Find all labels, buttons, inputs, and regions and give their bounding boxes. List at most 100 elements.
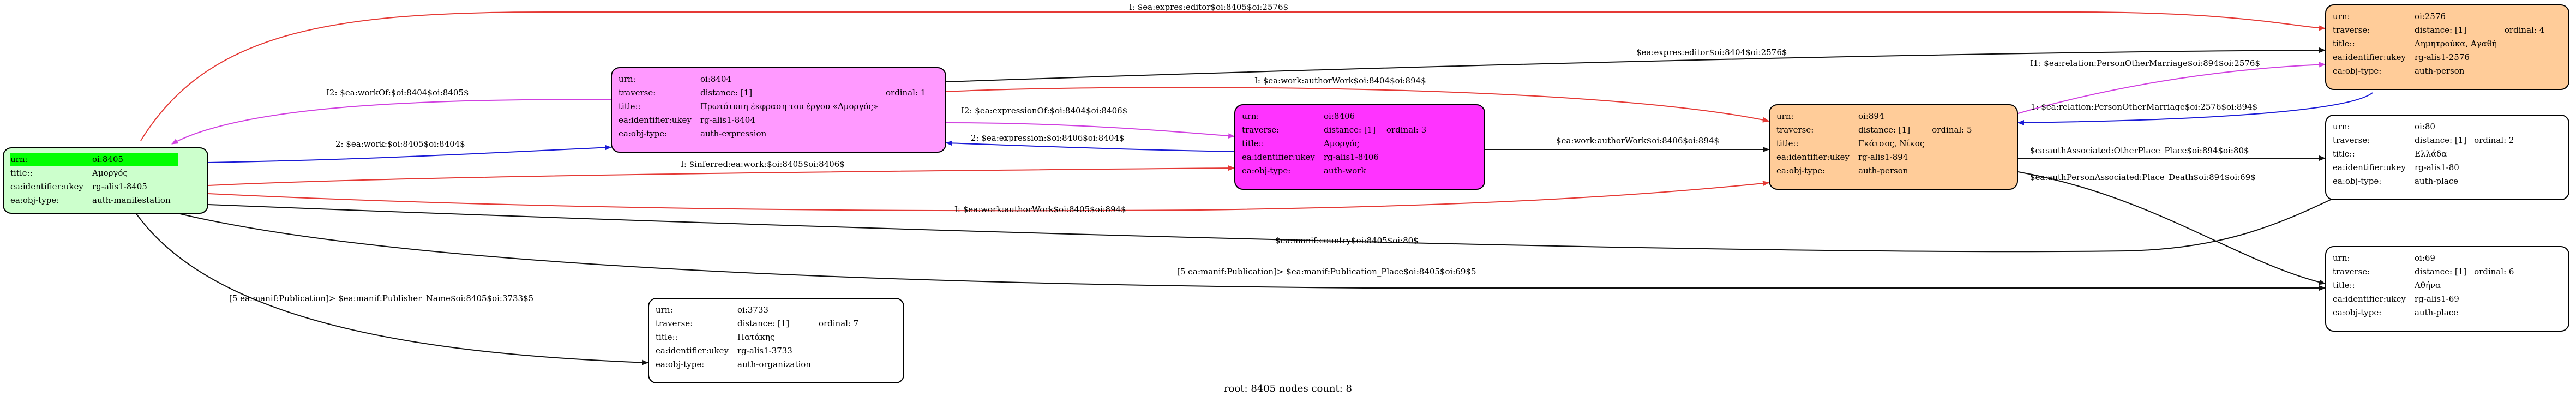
- field-key: urn:: [10, 153, 92, 166]
- node-field-row: title:: Αθήνα: [2333, 279, 2521, 292]
- field-value: Αθήνα: [2415, 280, 2441, 290]
- node-field-row: urn: oi:8406: [1242, 110, 1434, 123]
- node-field-row: ea:obj-type: auth-person: [2333, 64, 2552, 78]
- edge-inferred-work-8405-8406: I: $inferred:ea:work:$oi:8405$oi:8406$: [208, 159, 1235, 186]
- node-field-row: ea:identifier:ukey rg-alis1-8404: [619, 113, 933, 127]
- node-field-row: ea:obj-type: auth-work: [1242, 164, 1434, 178]
- edge-label: I: $ea:expres:editor$oi:8405$oi:2576$: [1129, 2, 1288, 12]
- field-value: auth-expression: [700, 129, 767, 139]
- node-field-row: urn: oi:8404: [619, 73, 933, 86]
- field-key: ea:identifier:ukey: [2333, 163, 2406, 172]
- node-field-row: ea:identifier:ukey rg-alis1-894: [1776, 151, 1980, 164]
- edge-label: I2: $ea:workOf:$oi:8404$oi:8405$: [326, 88, 469, 98]
- graph-canvas: I: $ea:expres:editor$oi:8405$oi:2576$ $e…: [136, 2, 2373, 365]
- field-value: rg-alis1-8405: [92, 182, 147, 191]
- field-ordinal: ordinal: 7: [818, 319, 859, 328]
- field-value: rg-alis1-894: [1858, 152, 1908, 162]
- field-key: urn:: [2333, 11, 2350, 21]
- field-value: auth-organization: [737, 359, 811, 369]
- field-key: ea:obj-type:: [1776, 166, 1826, 176]
- field-value: distance: [1]: [2415, 25, 2467, 35]
- footer-status: root: 8405 nodes count: 8: [1224, 383, 1352, 394]
- node-8404[interactable]: urn: oi:8404 traverse: distance: [1] ordinal…: [611, 67, 946, 153]
- node-field-row: title:: Γκάτσος, Νίκος: [1776, 137, 1980, 151]
- node-field-row: urn: oi:69: [2333, 251, 2521, 265]
- field-value: oi:8405: [92, 153, 178, 166]
- field-value: oi:69: [2415, 253, 2435, 263]
- node-fields: urn: oi:80 traverse: distance: [1] ordinal: …: [2333, 120, 2521, 188]
- field-value: Πρωτότυπη έκφραση του έργου «Αμοργός»: [700, 101, 878, 111]
- field-value: distance: [1]: [700, 88, 753, 98]
- field-key: title::: [619, 101, 641, 111]
- field-key: ea:obj-type:: [1242, 166, 1291, 176]
- field-ordinal: ordinal: 1: [885, 88, 926, 98]
- field-value: rg-alis1-69: [2415, 294, 2459, 304]
- field-key: ea:identifier:ukey: [656, 346, 729, 356]
- node-3733[interactable]: urn: oi:3733 traverse: distance: [1] ordinal…: [648, 298, 904, 383]
- edge-label: I2: $ea:expressionOf:$oi:8404$oi:8406$: [961, 106, 1127, 116]
- edge-label: I: $ea:work:authorWork$oi:8404$oi:894$: [1254, 76, 1426, 86]
- field-value: oi:894: [1858, 111, 1884, 121]
- field-key: title::: [2333, 149, 2355, 159]
- node-fields: urn: oi:69 traverse: distance: [1] ordinal: …: [2333, 251, 2521, 320]
- node-field-row: title:: Δημητρούκα, Αγαθή: [2333, 37, 2552, 51]
- node-field-row: title:: Αμοργός: [1242, 137, 1434, 151]
- field-ordinal: ordinal: 5: [1932, 125, 1972, 135]
- field-value: Ελλάδα: [2415, 149, 2447, 159]
- field-key: title::: [2333, 39, 2355, 49]
- edge-country-8405-80: $ea:manif:country$oi:8405$oi:80$: [208, 188, 2356, 253]
- field-value: distance: [1]: [2415, 135, 2467, 145]
- node-fields: urn: oi:3733 traverse: distance: [1] ordinal…: [656, 303, 866, 371]
- node-8405[interactable]: urn: oi:8405 title:: Αμοργός ea:identifier:u…: [3, 147, 208, 214]
- node-2576[interactable]: urn: oi:2576 traverse: distance: [1] ordinal…: [2325, 4, 2569, 90]
- node-field-row: ea:identifier:ukey rg-alis1-2576: [2333, 51, 2552, 64]
- field-key: ea:identifier:ukey: [10, 182, 83, 191]
- field-value: distance: [1]: [2415, 267, 2467, 277]
- edge-workof-8404-8405: I2: $ea:workOf:$oi:8404$oi:8405$: [171, 88, 611, 145]
- field-value: distance: [1]: [1324, 125, 1376, 135]
- node-fields: urn: oi:8404 traverse: distance: [1] ordinal…: [619, 73, 933, 141]
- edge-expression-8406-8404: 2: $ea:expression:$oi:8406$oi:8404$: [946, 133, 1235, 152]
- field-key: ea:identifier:ukey: [2333, 294, 2406, 304]
- node-field-row: ea:obj-type: auth-expression: [619, 127, 933, 141]
- field-key: urn:: [1776, 111, 1794, 121]
- node-69[interactable]: urn: oi:69 traverse: distance: [1] ordinal: …: [2325, 246, 2569, 332]
- field-value: Αμοργός: [92, 168, 128, 178]
- field-value: distance: [1]: [1858, 125, 1911, 135]
- node-8406[interactable]: urn: oi:8406 traverse: distance: [1] ordinal…: [1234, 104, 1485, 190]
- edge-label: $ea:authPersonAssociated:Place_Death$oi:…: [2030, 172, 2256, 182]
- field-key: traverse:: [619, 88, 656, 98]
- edge-otherplace-894-80: $ea:authAssociated:OtherPlace_Place$oi:8…: [2018, 146, 2326, 161]
- edge-publisher-8405-3733: [5 ea:manif:Publication]> $ea:manif:Publ…: [136, 213, 648, 365]
- node-field-row: traverse: distance: [1] ordinal: 4: [2333, 23, 2552, 37]
- field-key: title::: [10, 168, 33, 178]
- field-value: auth-manifestation: [92, 195, 171, 205]
- node-fields: urn: oi:8405 title:: Αμοργός ea:identifier:u…: [10, 153, 178, 207]
- field-value: auth-work: [1324, 166, 1366, 176]
- node-field-row: traverse: distance: [1] ordinal: 5: [1776, 123, 1980, 137]
- field-value: rg-alis1-3733: [737, 346, 792, 356]
- field-value: rg-alis1-8404: [700, 115, 755, 125]
- field-key: traverse:: [2333, 135, 2370, 145]
- node-field-row: traverse: distance: [1] ordinal: 6: [2333, 265, 2521, 279]
- field-key: ea:identifier:ukey: [619, 115, 692, 125]
- edge-label: $ea:authAssociated:OtherPlace_Place$oi:8…: [2030, 146, 2249, 155]
- node-80[interactable]: urn: oi:80 traverse: distance: [1] ordinal: …: [2325, 115, 2569, 200]
- field-value: oi:8404: [700, 74, 732, 84]
- field-key: traverse:: [656, 319, 693, 328]
- field-key: ea:obj-type:: [2333, 308, 2382, 317]
- field-value: distance: [1]: [737, 319, 790, 328]
- node-894[interactable]: urn: oi:894 traverse: distance: [1] ordinal:…: [1769, 104, 2018, 190]
- node-field-row: urn: oi:80: [2333, 120, 2521, 134]
- node-field-row: traverse: distance: [1] ordinal: 7: [656, 317, 866, 331]
- field-value: auth-person: [2415, 66, 2465, 76]
- field-key: urn:: [2333, 253, 2350, 263]
- node-field-row: title:: Αμοργός: [10, 166, 178, 180]
- field-ordinal: ordinal: 2: [2474, 135, 2514, 145]
- node-field-row: ea:identifier:ukey rg-alis1-3733: [656, 344, 866, 358]
- field-value: rg-alis1-80: [2415, 163, 2459, 172]
- node-field-row: ea:obj-type: auth-place: [2333, 175, 2521, 188]
- node-field-row: ea:identifier:ukey rg-alis1-69: [2333, 292, 2521, 306]
- edge-label: [5 ea:manif:Publication]> $ea:manif:Publ…: [229, 293, 533, 303]
- edge-publication-place-8405-69: [5 ea:manif:Publication]> $ea:manif:Publ…: [179, 213, 2326, 291]
